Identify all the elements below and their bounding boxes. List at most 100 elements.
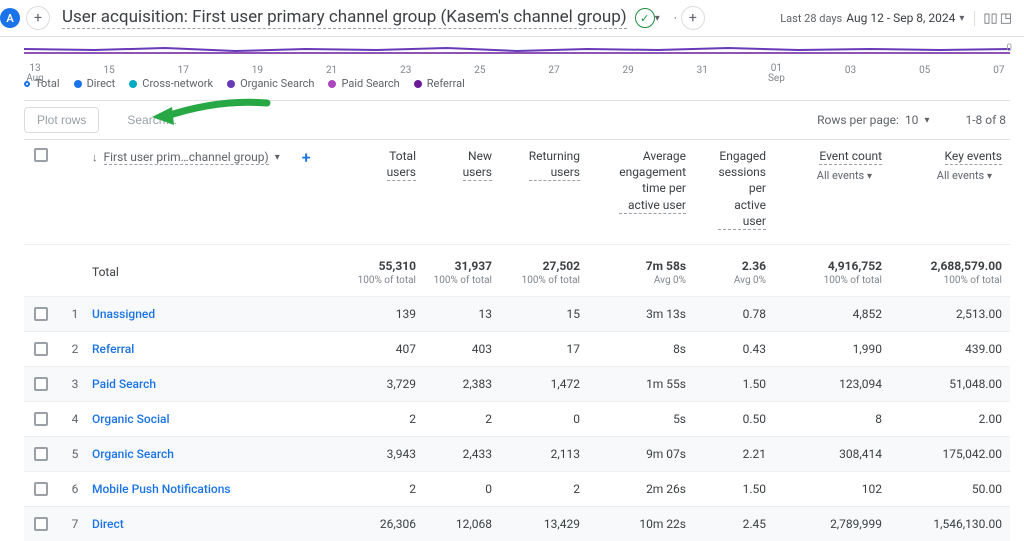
row-value: 1.50	[694, 482, 774, 496]
row-value: 2,113	[500, 447, 588, 461]
row-value: 12,068	[424, 517, 500, 531]
row-value: 17	[500, 342, 588, 356]
col-key-events[interactable]: Key events	[945, 148, 1002, 165]
dash-separator: ·	[674, 11, 677, 25]
row-name[interactable]: Mobile Push Notifications	[92, 482, 340, 496]
row-checkbox[interactable]	[34, 517, 48, 531]
row-value: 403	[424, 342, 500, 356]
date-range[interactable]: Aug 12 - Sep 8, 2024	[846, 11, 955, 25]
row-value: 0.50	[694, 412, 774, 426]
date-dropdown-icon[interactable]: ▾	[959, 13, 964, 24]
row-value: 3,943	[340, 447, 424, 461]
row-value: 5s	[588, 412, 694, 426]
row-value: 3m 13s	[588, 307, 694, 321]
row-name[interactable]: Organic Search	[92, 447, 340, 461]
add-dimension-button[interactable]: +	[302, 148, 311, 167]
row-value: 1m 55s	[588, 377, 694, 391]
pagination-range: 1-8 of 8	[965, 113, 1006, 127]
timeline-chart	[24, 41, 1010, 63]
row-value: 308,414	[774, 447, 890, 461]
add-segment-button[interactable]: +	[681, 6, 705, 30]
total-label: Total	[92, 265, 340, 279]
row-value: 139	[340, 307, 424, 321]
report-title[interactable]: User acquisition: First user primary cha…	[62, 7, 627, 29]
row-checkbox[interactable]	[34, 412, 48, 426]
sort-icon[interactable]: ↓	[92, 151, 98, 164]
layout-icon[interactable]: ▯▯	[983, 11, 997, 26]
row-index: 4	[58, 412, 92, 426]
dimension-column-label[interactable]: First user prim…channel group)	[104, 150, 269, 165]
row-value: 0	[500, 412, 588, 426]
row-value: 0	[424, 482, 500, 496]
row-index: 7	[58, 517, 92, 531]
row-checkbox[interactable]	[34, 482, 48, 496]
row-value: 2	[500, 482, 588, 496]
row-value: 439.00	[890, 342, 1010, 356]
row-value: 2	[340, 412, 424, 426]
row-value: 3,729	[340, 377, 424, 391]
row-name[interactable]: Unassigned	[92, 307, 340, 321]
table-header: ↓ First user prim…channel group) ▾ + Tot…	[24, 139, 1010, 244]
col-returning-users[interactable]: Returning users	[529, 148, 580, 181]
row-name[interactable]: Paid Search	[92, 377, 340, 391]
rows-per-page-value[interactable]: 10	[905, 113, 919, 127]
table-total-row: Total 55,310100% of total 31,937100% of …	[24, 244, 1010, 296]
table-row: 7Direct26,30612,06813,42910m 22s2.452,78…	[24, 506, 1010, 541]
row-value: 407	[340, 342, 424, 356]
row-index: 6	[58, 482, 92, 496]
dimension-dropdown-icon[interactable]: ▾	[275, 152, 280, 163]
title-dropdown-icon[interactable]: ▾	[655, 13, 660, 24]
row-value: 13	[424, 307, 500, 321]
table-row: 5Organic Search3,9432,4332,1139m 07s2.21…	[24, 436, 1010, 471]
row-value: 0.43	[694, 342, 774, 356]
row-index: 2	[58, 342, 92, 356]
chart-icon[interactable]: ◳	[1000, 11, 1012, 26]
row-checkbox[interactable]	[34, 377, 48, 391]
table-row: 3Paid Search3,7292,3831,4721m 55s1.50123…	[24, 366, 1010, 401]
col-avg-engagement[interactable]: Average engagement time per active user	[619, 148, 686, 214]
row-value: 15	[500, 307, 588, 321]
row-value: 2.21	[694, 447, 774, 461]
table-row: 6Mobile Push Notifications2022m 26s1.501…	[24, 471, 1010, 506]
row-value: 2,513.00	[890, 307, 1010, 321]
row-value: 0.78	[694, 307, 774, 321]
avatar[interactable]: A	[0, 8, 20, 28]
row-checkbox[interactable]	[34, 342, 48, 356]
row-name[interactable]: Direct	[92, 517, 340, 531]
row-name[interactable]: Organic Social	[92, 412, 340, 426]
row-value: 123,094	[774, 377, 890, 391]
select-all-checkbox[interactable]	[34, 148, 48, 162]
row-value: 50.00	[890, 482, 1010, 496]
row-value: 1,546,130.00	[890, 517, 1010, 531]
add-comparison-button[interactable]: +	[26, 6, 50, 30]
row-value: 1.50	[694, 377, 774, 391]
row-value: 1,990	[774, 342, 890, 356]
search-input[interactable]	[127, 109, 307, 132]
row-value: 2.45	[694, 517, 774, 531]
row-value: 2,789,999	[774, 517, 890, 531]
row-value: 2,433	[424, 447, 500, 461]
row-checkbox[interactable]	[34, 307, 48, 321]
col-event-count[interactable]: Event count	[819, 148, 882, 165]
row-value: 175,042.00	[890, 447, 1010, 461]
row-value: 2,383	[424, 377, 500, 391]
col-new-users[interactable]: New users	[463, 148, 492, 181]
table-row: 1Unassigned13913153m 13s0.784,8522,513.0…	[24, 296, 1010, 331]
row-name[interactable]: Referral	[92, 342, 340, 356]
rows-per-page-dropdown-icon[interactable]: ▾	[924, 115, 929, 126]
plot-rows-button[interactable]: Plot rows	[24, 107, 99, 133]
row-value: 1,472	[500, 377, 588, 391]
rows-per-page-label: Rows per page:	[817, 113, 899, 127]
row-value: 4,852	[774, 307, 890, 321]
col-engaged-sessions[interactable]: Engaged sessions per active user	[718, 148, 766, 230]
row-checkbox[interactable]	[34, 447, 48, 461]
col-total-users[interactable]: Total users	[387, 148, 416, 181]
row-value: 8	[774, 412, 890, 426]
row-index: 1	[58, 307, 92, 321]
table-row: 2Referral407403178s0.431,990439.00	[24, 331, 1010, 366]
row-value: 26,306	[340, 517, 424, 531]
row-value: 2	[424, 412, 500, 426]
date-preset-label: Last 28 days	[780, 12, 842, 25]
y-zero-label: 0	[1006, 43, 1012, 54]
row-value: 9m 07s	[588, 447, 694, 461]
